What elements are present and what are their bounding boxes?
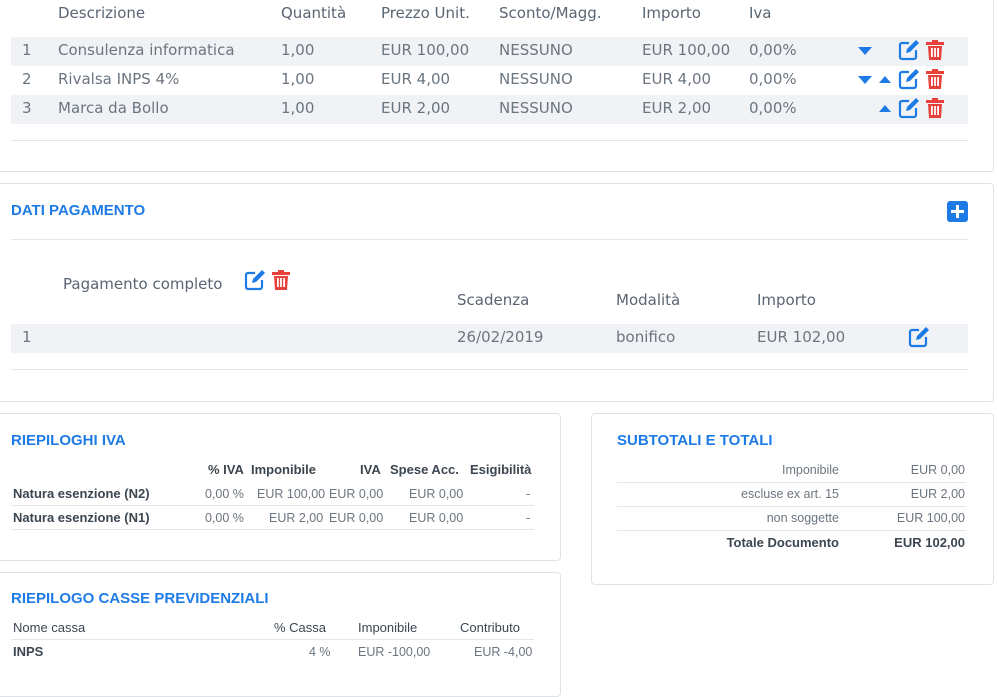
trash-icon[interactable] <box>926 98 944 118</box>
col-iva: Iva <box>749 4 772 22</box>
totale-documento-label: Totale Documento <box>726 535 839 550</box>
col-imponibile: Imponibile <box>251 462 316 477</box>
row-number: 1 <box>22 328 32 346</box>
totali-value: EUR 100,00 <box>896 511 965 525</box>
edit-icon[interactable] <box>898 97 920 119</box>
col-iva: IVA <box>360 462 381 477</box>
edit-icon[interactable] <box>908 326 930 348</box>
col-esigibilita: Esigibilità <box>470 462 532 477</box>
row-number: 3 <box>22 99 32 117</box>
row-spese: EUR 0,00 <box>409 511 464 525</box>
row-contributo: EUR -4,00 <box>474 645 533 659</box>
row-label: Natura esenzione (N1) <box>13 510 150 525</box>
row-scadenza: 26/02/2019 <box>457 328 544 346</box>
divider <box>11 639 534 640</box>
col-nome-cassa: Nome cassa <box>13 620 86 635</box>
row-pct-cassa: 4 % <box>309 645 331 659</box>
row-iva: EUR 0,00 <box>329 487 384 501</box>
divider <box>617 530 966 531</box>
col-prezzo: Prezzo Unit. <box>381 4 470 22</box>
col-pct-iva: % IVA <box>208 462 244 477</box>
row-number: 2 <box>22 70 32 88</box>
row-imponibile: EUR 100,00 <box>257 487 326 501</box>
trash-icon[interactable] <box>272 270 290 290</box>
divider <box>11 239 968 240</box>
trash-icon[interactable] <box>926 69 944 89</box>
row-prezzo: EUR 100,00 <box>381 41 470 59</box>
row-label: Natura esenzione (N2) <box>13 486 150 501</box>
arrow-down-icon[interactable] <box>858 47 872 55</box>
row-quantita: 1,00 <box>281 41 315 59</box>
divider <box>11 369 968 370</box>
col-scadenza: Scadenza <box>457 291 530 309</box>
arrow-up-icon[interactable] <box>879 105 891 112</box>
row-modalita: bonifico <box>616 328 676 346</box>
arrow-up-icon[interactable] <box>879 76 891 83</box>
col-modalita: Modalità <box>616 291 681 309</box>
divider <box>11 505 534 506</box>
arrow-down-icon[interactable] <box>858 76 872 84</box>
pagamento-subtitle: Pagamento completo <box>63 275 223 293</box>
row-esigibilita: - <box>526 511 531 525</box>
totali-value: EUR 0,00 <box>910 463 965 477</box>
row-prezzo: EUR 2,00 <box>381 99 451 117</box>
totale-documento-value: EUR 102,00 <box>894 535 965 550</box>
col-sconto: Sconto/Magg. <box>499 4 602 22</box>
divider <box>617 506 966 507</box>
row-sconto: NESSUNO <box>499 70 573 88</box>
col-quantita: Quantità <box>281 4 347 22</box>
divider <box>11 140 968 141</box>
totali-label: non soggette <box>766 511 839 525</box>
edit-icon[interactable] <box>244 269 266 291</box>
row-descrizione: Marca da Bollo <box>58 99 169 117</box>
row-iva: 0,00% <box>749 41 797 59</box>
row-quantita: 1,00 <box>281 70 315 88</box>
row-pct: 0,00 % <box>205 511 244 525</box>
row-quantita: 1,00 <box>281 99 315 117</box>
edit-icon[interactable] <box>898 68 920 90</box>
col-pct-cassa: % Cassa <box>274 620 327 635</box>
row-iva: 0,00% <box>749 99 797 117</box>
row-sconto: NESSUNO <box>499 41 573 59</box>
row-imponibile: EUR 2,00 <box>269 511 324 525</box>
col-importo: Importo <box>757 291 816 309</box>
riepiloghi-iva-title: RIEPILOGHI IVA <box>11 432 126 449</box>
totali-value: EUR 2,00 <box>910 487 965 501</box>
totali-title: SUBTOTALI E TOTALI <box>617 432 773 449</box>
col-spese: Spese Acc. <box>390 462 459 477</box>
row-descrizione: Rivalsa INPS 4% <box>58 70 180 88</box>
totali-label: escluse ex art. 15 <box>741 487 839 501</box>
row-nome-cassa: INPS <box>13 644 44 659</box>
totali-label: Imponibile <box>782 463 839 477</box>
row-esigibilita: - <box>526 487 531 501</box>
row-importo: EUR 100,00 <box>642 41 731 59</box>
row-prezzo: EUR 4,00 <box>381 70 451 88</box>
row-iva: 0,00% <box>749 70 797 88</box>
trash-icon[interactable] <box>926 40 944 60</box>
row-importo: EUR 4,00 <box>642 70 712 88</box>
pagamento-title: DATI PAGAMENTO <box>11 202 146 219</box>
casse-title: RIEPILOGO CASSE PREVIDENZIALI <box>11 590 269 607</box>
row-spese: EUR 0,00 <box>409 487 464 501</box>
col-importo: Importo <box>642 4 701 22</box>
edit-icon[interactable] <box>898 39 920 61</box>
row-number: 1 <box>22 41 32 59</box>
divider <box>617 482 966 483</box>
row-pct: 0,00 % <box>205 487 244 501</box>
row-imponibile: EUR -100,00 <box>358 645 431 659</box>
row-descrizione: Consulenza informatica <box>58 41 235 59</box>
row-importo: EUR 2,00 <box>642 99 712 117</box>
col-descrizione: Descrizione <box>58 4 146 22</box>
divider <box>11 529 534 530</box>
row-sconto: NESSUNO <box>499 99 573 117</box>
plus-square-icon[interactable] <box>947 201 968 222</box>
col-imponibile: Imponibile <box>358 620 418 635</box>
row-iva: EUR 0,00 <box>329 511 384 525</box>
col-contributo: Contributo <box>460 620 520 635</box>
row-importo: EUR 102,00 <box>757 328 846 346</box>
